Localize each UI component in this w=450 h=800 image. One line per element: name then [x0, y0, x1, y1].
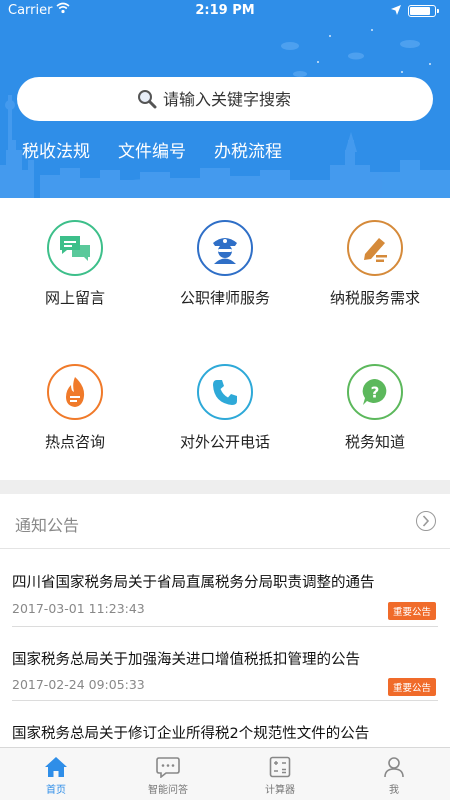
status-bar: Carrier 2:19 PM	[0, 0, 450, 22]
tab-me[interactable]: 我	[338, 748, 450, 800]
phone-icon	[197, 364, 253, 420]
header-banner: Carrier 2:19 PM 税收法规 文件编号 办税流程	[0, 0, 450, 198]
quick-links: 税收法规 文件编号 办税流程	[22, 137, 282, 162]
chat-bubbles-icon	[47, 220, 103, 276]
service-tax-service-request[interactable]: 纳税服务需求	[300, 220, 450, 308]
search-input[interactable]	[163, 89, 313, 109]
service-public-phone[interactable]: 对外公开电话	[150, 364, 300, 452]
tab-smart-qa[interactable]: 智能问答	[112, 748, 224, 800]
chevron-right-icon[interactable]	[416, 511, 436, 531]
notice-item[interactable]: 四川省国家税务局关于省局直属税务分局职责调整的通告 2017-03-01 11:…	[0, 549, 450, 627]
important-badge: 重要公告	[387, 602, 436, 620]
pen-edit-icon	[347, 220, 403, 276]
location-arrow-icon	[391, 4, 401, 19]
important-badge: 重要公告	[387, 678, 436, 696]
search-bar[interactable]	[17, 77, 433, 121]
officer-icon	[197, 220, 253, 276]
tab-label: 计算器	[265, 785, 295, 796]
service-label: 对外公开电话	[179, 433, 270, 451]
notice-section-title: 通知公告	[15, 516, 80, 535]
quick-link-document-number[interactable]: 文件编号	[118, 137, 186, 162]
notice-title: 四川省国家税务局关于省局直属税务分局职责调整的通告	[12, 575, 375, 591]
tab-calculator[interactable]: 计算器	[224, 748, 336, 800]
home-icon	[45, 757, 67, 777]
service-tax-knowledge[interactable]: ? 税务知道	[300, 364, 450, 452]
notice-item[interactable]: 国家税务总局关于加强海关进口增值税抵扣管理的公告 2017-02-24 09:0…	[0, 627, 450, 701]
quick-link-tax-regulations[interactable]: 税收法规	[22, 137, 90, 162]
chat-icon	[156, 757, 180, 778]
service-hot-consulting[interactable]: 热点咨询	[0, 364, 150, 452]
user-icon	[384, 757, 404, 778]
quick-link-tax-process[interactable]: 办税流程	[214, 137, 282, 162]
clock: 2:19 PM	[195, 3, 255, 18]
search-icon	[138, 90, 157, 109]
notice-item[interactable]: 国家税务总局关于修订企业所得税2个规范性文件的公告	[0, 701, 450, 747]
service-label: 热点咨询	[44, 433, 105, 451]
section-divider	[0, 480, 450, 494]
notice-title: 国家税务总局关于加强海关进口增值税抵扣管理的公告	[12, 652, 360, 668]
notice-date: 2017-02-24 09:05:33	[12, 677, 145, 692]
service-label: 网上留言	[44, 289, 105, 307]
service-online-message[interactable]: 网上留言	[0, 220, 150, 308]
service-label: 公职律师服务	[179, 289, 270, 307]
bottom-tab-bar: 首页 智能问答 计算器 我	[0, 747, 450, 800]
service-grid: 网上留言 公职律师服务 纳税服务需求 热点咨询 对外公开电话 ? 税务知道	[0, 198, 450, 480]
tab-label: 智能问答	[148, 785, 188, 796]
svg-text:?: ?	[371, 384, 380, 402]
battery-level	[410, 7, 430, 15]
tab-home[interactable]: 首页	[0, 748, 112, 800]
tab-label: 首页	[46, 785, 66, 796]
battery-icon	[408, 5, 439, 17]
notice-section-header[interactable]: 通知公告	[0, 494, 450, 549]
flame-icon	[47, 364, 103, 420]
question-bubble-icon: ?	[347, 364, 403, 420]
service-public-lawyer[interactable]: 公职律师服务	[150, 220, 300, 308]
notice-title: 国家税务总局关于修订企业所得税2个规范性文件的公告	[12, 726, 370, 742]
notice-date: 2017-03-01 11:23:43	[12, 601, 145, 616]
service-label: 纳税服务需求	[329, 289, 420, 307]
tab-label: 我	[389, 785, 399, 796]
service-label: 税务知道	[344, 433, 405, 451]
calculator-icon	[269, 756, 291, 778]
